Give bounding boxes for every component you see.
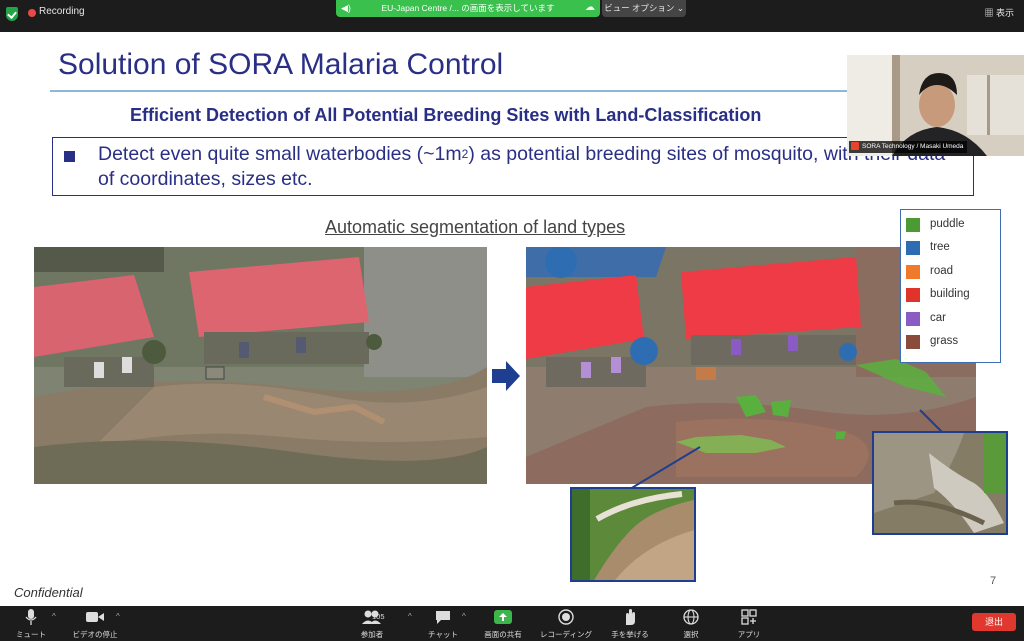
legend-swatch (906, 335, 920, 349)
participants-button[interactable]: 105 参加者 (350, 609, 394, 640)
share-screen-icon: ◀) (341, 3, 351, 13)
meeting-top-bar: Recording ◀) EU-Japan Centre /... の画面を表示… (0, 0, 1024, 32)
legend-item-building: building (906, 285, 998, 305)
apps-icon (741, 609, 757, 625)
legend-label: car (930, 312, 946, 324)
participants-label: 参加者 (360, 630, 384, 639)
video-camera-icon (86, 612, 104, 622)
mute-label: ミュート (16, 630, 46, 639)
slide-page-number: 7 (990, 575, 997, 587)
share-screen-button[interactable]: 画面の共有 (482, 609, 524, 640)
legend-swatch (906, 288, 920, 302)
segmentation-legend: puddle tree road building car grass (900, 209, 1001, 363)
chat-button[interactable]: チャット (424, 609, 462, 640)
display-view-button[interactable]: ▦ 表示 (984, 6, 1014, 19)
stop-video-label: ビデオの停止 (72, 630, 118, 639)
participants-options-caret-icon[interactable]: ^ (408, 612, 412, 621)
raise-hand-button[interactable]: 手を挙げる (606, 609, 654, 640)
bullet-box: Detect even quite small waterbodies (~1m… (52, 137, 974, 196)
recording-button-label: レコーディング (540, 630, 592, 639)
puddle-inset-photo-b (872, 431, 1008, 535)
legend-item-puddle: puddle (906, 215, 998, 235)
cloud-icon: ☁ (585, 2, 595, 13)
share-screen-label: 画面の共有 (484, 630, 522, 639)
grid-view-icon: ▦ (984, 8, 996, 18)
confidential-label: Confidential (14, 585, 83, 600)
bullet-text: Detect even quite small waterbodies (~1m… (98, 142, 958, 192)
puddle-inset-photo-a (570, 487, 696, 582)
video-options-caret-icon[interactable]: ^ (116, 612, 120, 621)
legend-label: road (930, 265, 954, 277)
share-banner-text: EU-Japan Centre /... の画面を表示しています (381, 3, 555, 13)
screen-share-banner[interactable]: ◀) EU-Japan Centre /... の画面を表示しています ☁ (336, 0, 600, 17)
security-shield-icon[interactable] (6, 7, 18, 21)
legend-item-tree: tree (906, 238, 998, 258)
meeting-toolbar: ミュート ^ ビデオの停止 ^ 105 参加者 ^ チャット ^ 画面の共有 レ… (0, 606, 1024, 641)
display-view-label: 表示 (995, 8, 1014, 18)
leave-meeting-button[interactable]: 退出 (972, 613, 1016, 631)
mute-options-caret-icon[interactable]: ^ (52, 612, 56, 621)
legend-item-grass: grass (906, 332, 998, 352)
raise-hand-label: 手を挙げる (611, 630, 649, 639)
speaker-video-thumbnail[interactable]: SORA Technology / Masaki Umeda (847, 55, 1024, 156)
chat-options-caret-icon[interactable]: ^ (462, 612, 466, 621)
share-screen-icon (494, 610, 512, 624)
square-bullet-icon (64, 151, 75, 162)
globe-icon (683, 609, 699, 625)
legend-swatch (906, 241, 920, 255)
segmentation-caption: Automatic segmentation of land types (325, 217, 626, 237)
recording-dot-icon (28, 9, 36, 17)
chat-bubble-icon (436, 611, 450, 624)
participants-count: 105 (372, 612, 385, 621)
apps-button[interactable]: アプリ (732, 609, 766, 640)
aerial-photo-original (34, 247, 487, 484)
recording-label: Recording (39, 6, 85, 17)
mute-button[interactable]: ミュート (12, 609, 50, 640)
legend-label: tree (930, 241, 950, 253)
speaker-name-label: SORA Technology / Masaki Umeda (849, 141, 968, 153)
legend-label: puddle (930, 218, 965, 230)
legend-swatch (906, 218, 920, 232)
arrow-right-icon (492, 361, 520, 391)
reactions-label: 選択 (683, 630, 699, 639)
microphone-icon (25, 609, 37, 625)
speaker-name-text: SORA Technology / Masaki Umeda (862, 143, 964, 150)
legend-swatch (906, 265, 920, 279)
legend-label: grass (930, 335, 959, 347)
chevron-down-icon: ⌄ (676, 3, 684, 13)
legend-label: building (930, 288, 970, 300)
record-icon (558, 609, 574, 625)
reactions-button[interactable]: 選択 (674, 609, 708, 640)
legend-swatch (906, 312, 920, 326)
recording-button[interactable]: レコーディング (536, 609, 596, 640)
apps-label: アプリ (737, 630, 761, 639)
view-options-label: ビュー オプション (604, 3, 675, 13)
slide-subheading: Efficient Detection of All Potential Bre… (130, 105, 762, 125)
bullet-text-part1: Detect even quite small waterbodies (~1m (98, 143, 462, 165)
legend-item-road: road (906, 262, 998, 282)
raised-hand-icon (626, 609, 635, 625)
sora-logo-icon (851, 142, 859, 151)
view-options-button[interactable]: ビュー オプション ⌄ (602, 0, 686, 17)
slide-title: Solution of SORA Malaria Control (58, 48, 504, 81)
legend-item-car: car (906, 309, 998, 329)
chat-label: チャット (428, 630, 458, 639)
title-divider (50, 90, 920, 92)
